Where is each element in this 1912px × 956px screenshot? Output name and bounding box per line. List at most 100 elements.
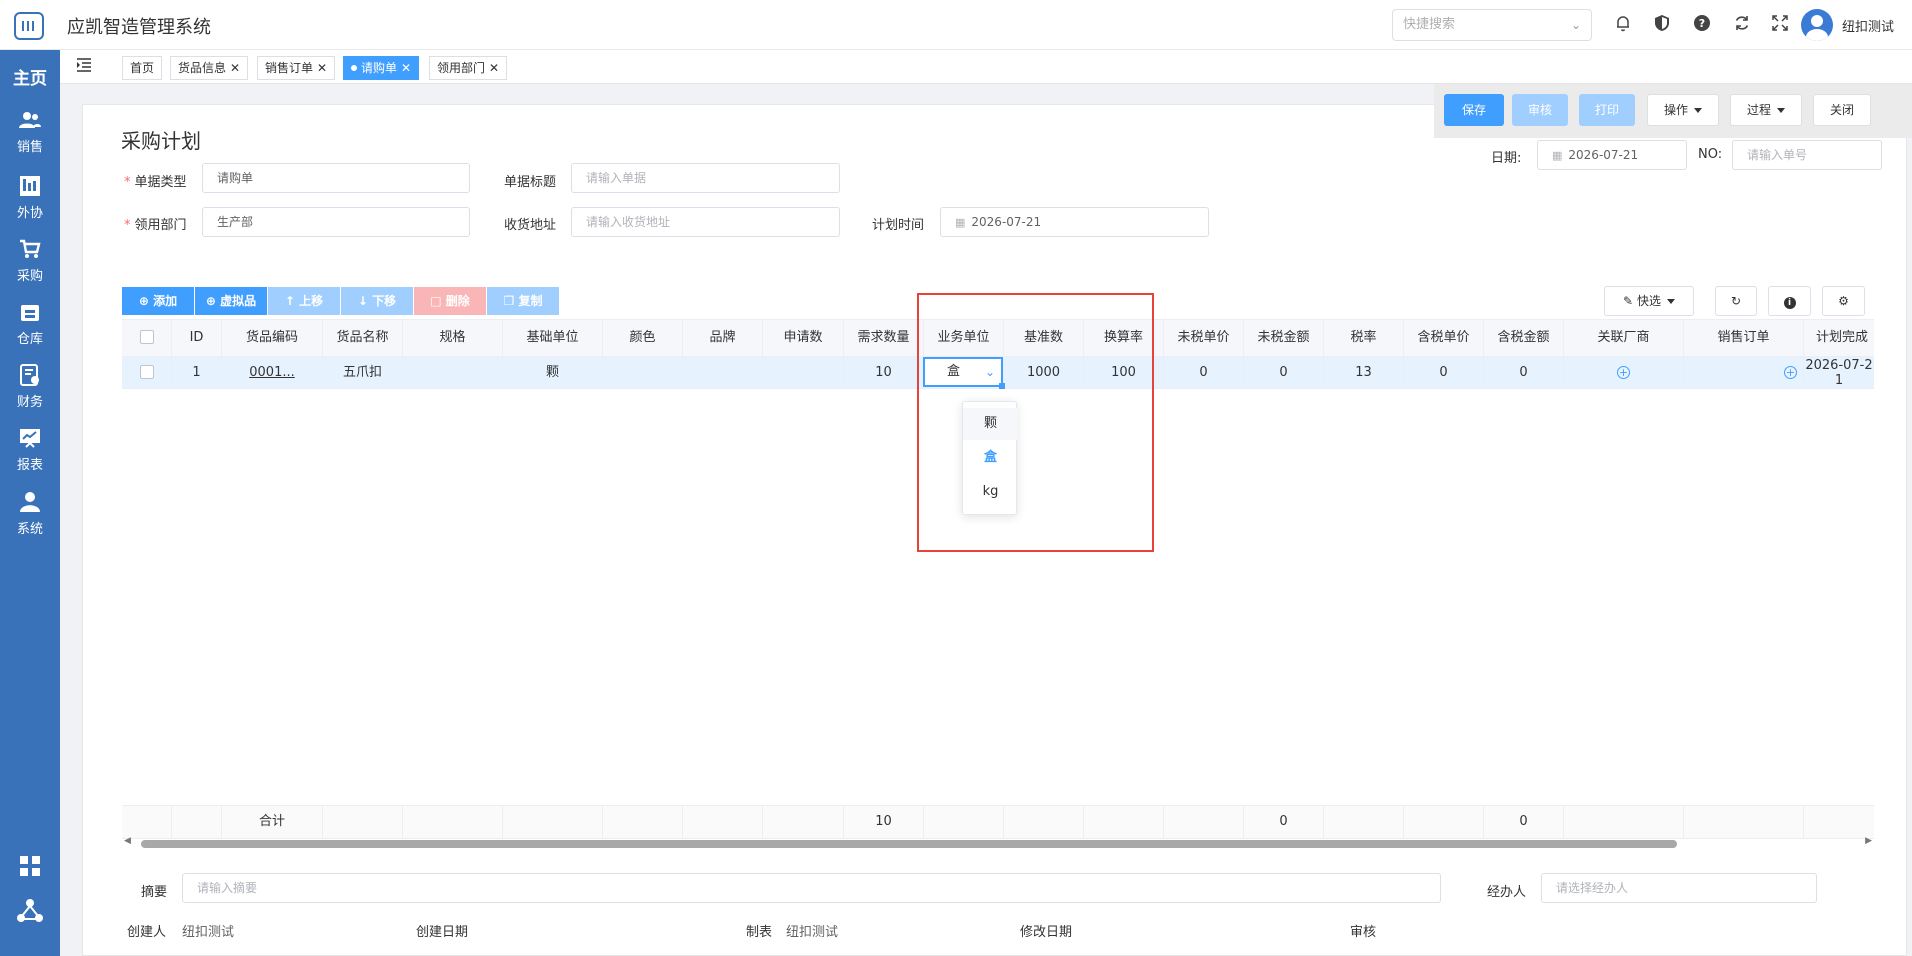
close-button[interactable]: 关闭 xyxy=(1813,94,1871,126)
cell-spec[interactable] xyxy=(403,357,503,388)
operate-dropdown[interactable]: 操作 xyxy=(1647,94,1719,126)
cell-code-link[interactable]: 0001... xyxy=(222,357,323,388)
quick-search-input[interactable]: 快捷搜索 ⌄ xyxy=(1392,9,1592,41)
cell-brand[interactable] xyxy=(683,357,763,388)
auditor-label: 审核 xyxy=(1350,925,1377,940)
address-input[interactable]: 请输入收货地址 xyxy=(571,207,840,237)
tab-goods-info[interactable]: 货品信息 ✕ xyxy=(170,56,249,80)
shield-icon[interactable] xyxy=(1651,14,1673,36)
cell-sales-order[interactable]: + xyxy=(1684,357,1804,388)
cell-untaxed-price[interactable]: 0 xyxy=(1164,357,1244,388)
footer-cell xyxy=(1804,806,1874,838)
column-header[interactable]: 货品编码 xyxy=(222,320,323,356)
column-header[interactable]: 货品名称 xyxy=(323,320,403,356)
column-header[interactable]: 关联厂商 xyxy=(1564,320,1684,356)
scroll-right-icon[interactable]: ▶ xyxy=(1865,836,1872,846)
sidebar-item-finance[interactable]: 财务 xyxy=(0,363,60,412)
column-header[interactable]: 销售订单 xyxy=(1684,320,1804,356)
sidebar-item-purchase[interactable]: 采购 xyxy=(0,237,60,286)
audit-button[interactable]: 审核 xyxy=(1512,94,1568,126)
sidebar-item-outsourcing[interactable]: 外协 xyxy=(0,174,60,223)
menu-collapse-icon[interactable] xyxy=(76,57,92,76)
date-input[interactable]: ▦ 2026-07-21 xyxy=(1537,140,1687,170)
move-down-button[interactable]: ↓ 下移 xyxy=(341,287,413,315)
footer-cell xyxy=(1004,806,1084,838)
close-icon[interactable]: ✕ xyxy=(317,61,327,75)
select-all-checkbox[interactable] xyxy=(139,329,154,344)
column-header[interactable]: 颜色 xyxy=(603,320,683,356)
cell-tax-rate[interactable]: 13 xyxy=(1324,357,1404,388)
tab-department[interactable]: 领用部门 ✕ xyxy=(429,56,508,80)
handler-select[interactable]: 请选择经办人 xyxy=(1541,873,1817,903)
dept-field[interactable]: 生产部 xyxy=(202,207,470,237)
network-icon[interactable] xyxy=(0,898,60,930)
select-all-cell xyxy=(122,320,172,356)
sidebar-item-system[interactable]: 系统 xyxy=(0,490,60,539)
tab-purchase-request[interactable]: 请购单 ✕ xyxy=(343,56,420,80)
summary-input[interactable]: 请输入摘要 xyxy=(182,873,1441,903)
copy-button[interactable]: ❐ 复制 xyxy=(487,287,559,315)
cell-plan-done[interactable]: 2026-07-21 xyxy=(1804,357,1874,388)
column-header[interactable]: 计划完成 xyxy=(1804,320,1874,356)
no-input[interactable]: 请输入单号 xyxy=(1732,140,1882,170)
column-header[interactable]: 规格 xyxy=(403,320,503,356)
refresh-icon[interactable] xyxy=(1731,14,1753,36)
close-icon[interactable]: ✕ xyxy=(230,61,240,75)
add-vendor-icon[interactable]: + xyxy=(1617,366,1630,379)
column-header[interactable]: 品牌 xyxy=(683,320,763,356)
move-up-button[interactable]: ↑ 上移 xyxy=(268,287,340,315)
column-header[interactable]: 含税单价 xyxy=(1404,320,1484,356)
column-header[interactable]: 含税金额 xyxy=(1484,320,1564,356)
column-header[interactable]: 税率 xyxy=(1324,320,1404,356)
cell-apply-qty[interactable] xyxy=(763,357,844,388)
plan-time-input[interactable]: ▦ 2026-07-21 xyxy=(940,207,1209,237)
bell-icon[interactable] xyxy=(1612,14,1634,36)
doc-type-field[interactable]: 请购单 xyxy=(202,163,470,193)
dept-label-text: 领用部门 xyxy=(134,218,187,233)
quick-filter-dropdown[interactable]: ✎ 快选 xyxy=(1604,286,1694,316)
column-header[interactable]: 未税单价 xyxy=(1164,320,1244,356)
username[interactable]: 纽扣测试 xyxy=(1842,16,1894,35)
sidebar-item-warehouse[interactable]: 仓库 xyxy=(0,300,60,349)
plan-time-label: 计划时间 xyxy=(872,218,925,233)
avatar[interactable] xyxy=(1801,9,1833,41)
close-icon[interactable]: ✕ xyxy=(489,61,499,75)
column-header[interactable]: 未税金额 xyxy=(1244,320,1324,356)
apps-grid-icon[interactable] xyxy=(0,855,60,883)
close-icon[interactable]: ✕ xyxy=(401,61,411,75)
settings-button[interactable]: ⚙ xyxy=(1822,286,1865,316)
cell-name: 五爪扣 xyxy=(323,357,403,388)
delete-label: 删除 xyxy=(445,294,470,308)
tab-home[interactable]: 首页 xyxy=(122,56,163,80)
scrollbar-thumb[interactable] xyxy=(141,840,1677,848)
virtual-item-button[interactable]: ⊕ 虚拟品 xyxy=(195,287,267,315)
print-button[interactable]: 打印 xyxy=(1579,94,1635,126)
footer-total-label: 合计 xyxy=(222,806,323,838)
delete-button[interactable]: □ 删除 xyxy=(414,287,486,315)
cell-taxed-price[interactable]: 0 xyxy=(1404,357,1484,388)
column-header[interactable]: 基础单位 xyxy=(503,320,603,356)
add-sales-order-icon[interactable]: + xyxy=(1784,366,1797,379)
sidebar-item-sales[interactable]: 销售 xyxy=(0,110,60,157)
horizontal-scrollbar[interactable]: ◀ ▶ xyxy=(122,835,1874,851)
tab-sales-order[interactable]: 销售订单 ✕ xyxy=(257,56,336,80)
fullscreen-icon[interactable] xyxy=(1769,14,1791,36)
cell-demand-qty[interactable]: 10 xyxy=(844,357,924,388)
save-button[interactable]: 保存 xyxy=(1444,94,1504,126)
process-dropdown[interactable]: 过程 xyxy=(1730,94,1802,126)
doc-title-input[interactable]: 请输入单据 xyxy=(571,163,840,193)
sidebar-home[interactable]: 主页 xyxy=(0,64,60,89)
sidebar-item-label: 财务 xyxy=(16,395,43,410)
column-header[interactable]: 需求数量 xyxy=(844,320,924,356)
row-checkbox[interactable] xyxy=(139,364,154,379)
cell-vendor[interactable]: + xyxy=(1564,357,1684,388)
sidebar-item-report[interactable]: 报表 xyxy=(0,426,60,475)
cell-color[interactable] xyxy=(603,357,683,388)
add-button[interactable]: ⊕ 添加 xyxy=(122,287,194,315)
help-icon[interactable]: ? xyxy=(1691,14,1713,36)
column-header[interactable]: ID xyxy=(172,320,222,356)
info-button[interactable]: i xyxy=(1768,286,1811,316)
scroll-left-icon[interactable]: ◀ xyxy=(124,836,131,846)
reload-button[interactable]: ↻ xyxy=(1715,286,1757,316)
column-header[interactable]: 申请数 xyxy=(763,320,844,356)
